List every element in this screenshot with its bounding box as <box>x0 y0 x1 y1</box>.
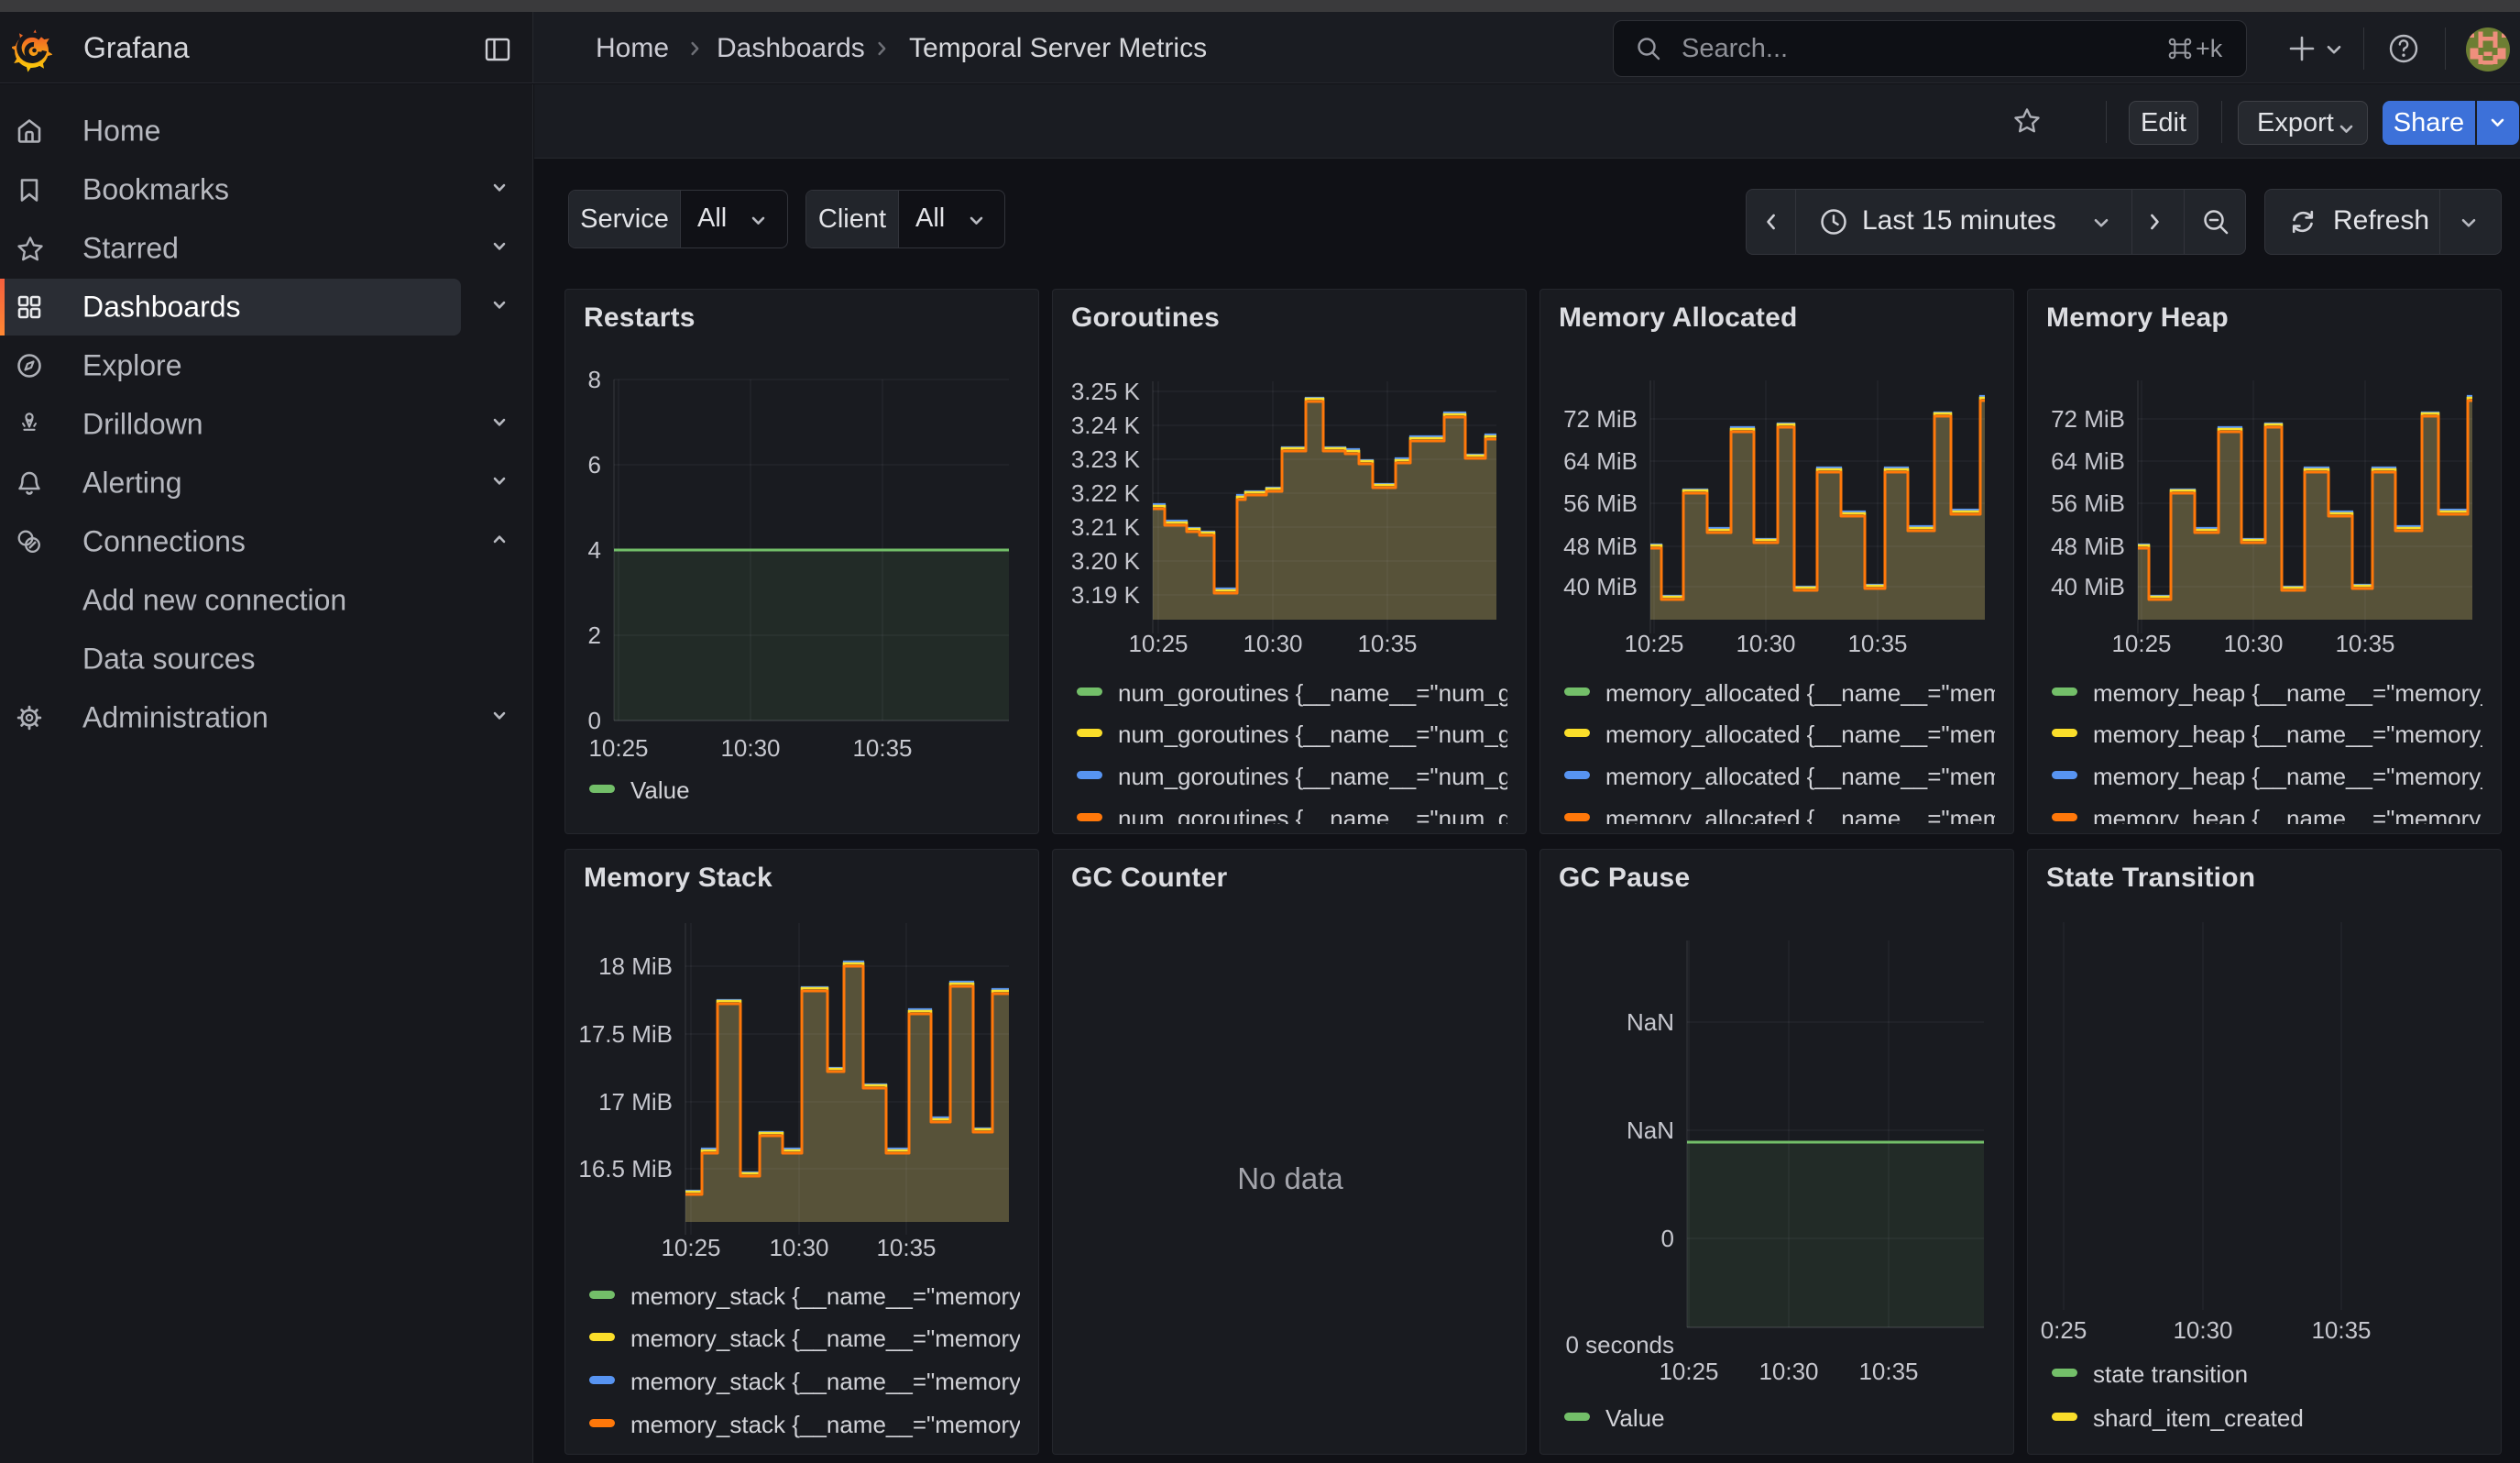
svg-text:4: 4 <box>588 536 601 564</box>
svg-text:10:30: 10:30 <box>1736 630 1795 657</box>
svg-text:10:25: 10:25 <box>2111 630 2171 657</box>
svg-text:18 MiB: 18 MiB <box>598 952 673 980</box>
svg-text:10:25: 10:25 <box>1624 630 1683 657</box>
svg-text:72 MiB: 72 MiB <box>2051 405 2125 433</box>
svg-text:56 MiB: 56 MiB <box>2051 490 2125 517</box>
svg-text:64 MiB: 64 MiB <box>2051 447 2125 475</box>
svg-text:10:30: 10:30 <box>2173 1316 2232 1344</box>
svg-text:17 MiB: 17 MiB <box>598 1088 673 1116</box>
svg-text:72 MiB: 72 MiB <box>1563 405 1638 433</box>
svg-text:0:25: 0:25 <box>2041 1316 2087 1344</box>
svg-text:17.5 MiB: 17.5 MiB <box>578 1020 673 1048</box>
svg-text:6: 6 <box>588 451 601 478</box>
svg-text:3.21 K: 3.21 K <box>1071 513 1141 541</box>
svg-text:10:35: 10:35 <box>2335 630 2394 657</box>
svg-text:10:25: 10:25 <box>661 1234 720 1261</box>
svg-text:10:30: 10:30 <box>720 734 780 762</box>
svg-text:3.19 K: 3.19 K <box>1071 581 1141 609</box>
svg-text:10:30: 10:30 <box>1243 630 1302 657</box>
svg-text:10:30: 10:30 <box>2223 630 2283 657</box>
svg-text:10:35: 10:35 <box>852 734 912 762</box>
svg-text:10:35: 10:35 <box>1357 630 1417 657</box>
svg-text:2: 2 <box>588 622 601 649</box>
svg-text:40 MiB: 40 MiB <box>1563 573 1638 600</box>
svg-text:0 seconds: 0 seconds <box>1565 1331 1674 1358</box>
svg-text:10:35: 10:35 <box>876 1234 936 1261</box>
svg-text:16.5 MiB: 16.5 MiB <box>578 1155 673 1182</box>
svg-text:10:35: 10:35 <box>2311 1316 2371 1344</box>
svg-text:10:35: 10:35 <box>1847 630 1907 657</box>
svg-text:10:25: 10:25 <box>588 734 648 762</box>
svg-text:3.24 K: 3.24 K <box>1071 412 1141 439</box>
svg-text:56 MiB: 56 MiB <box>1563 490 1638 517</box>
svg-text:40 MiB: 40 MiB <box>2051 573 2125 600</box>
svg-text:10:25: 10:25 <box>1128 630 1188 657</box>
svg-text:3.25 K: 3.25 K <box>1071 378 1141 405</box>
svg-text:64 MiB: 64 MiB <box>1563 447 1638 475</box>
svg-text:0: 0 <box>588 707 601 734</box>
svg-text:48 MiB: 48 MiB <box>1563 533 1638 560</box>
svg-text:3.23 K: 3.23 K <box>1071 446 1141 473</box>
svg-text:48 MiB: 48 MiB <box>2051 533 2125 560</box>
svg-text:3.22 K: 3.22 K <box>1071 479 1141 507</box>
svg-text:3.20 K: 3.20 K <box>1071 547 1141 575</box>
svg-text:10:30: 10:30 <box>769 1234 828 1261</box>
svg-text:8: 8 <box>588 366 601 393</box>
